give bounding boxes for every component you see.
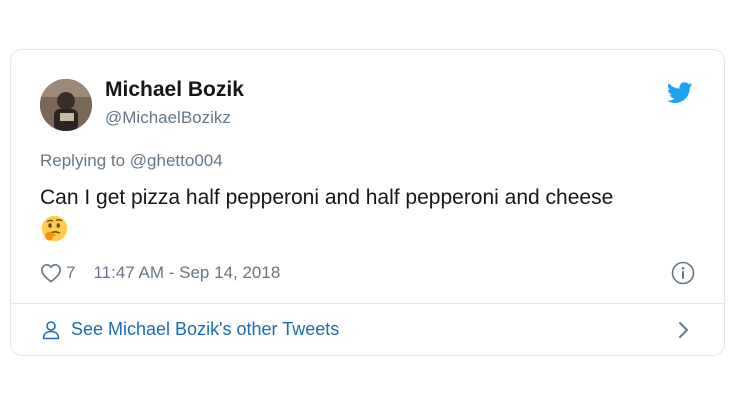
timestamp[interactable]: 11:47 AM - Sep 14, 2018: [93, 263, 280, 283]
reply-mention-link[interactable]: @ghetto004: [130, 151, 223, 170]
person-icon: [41, 320, 61, 340]
replying-prefix: Replying to: [40, 151, 126, 170]
replying-to: Replying to @ghetto004: [40, 151, 223, 171]
tweet-text: Can I get pizza half pepperoni and half …: [40, 186, 614, 209]
tweet-meta-row: 7 11:47 AM - Sep 14, 2018: [40, 260, 280, 286]
like-count: 7: [66, 263, 76, 282]
see-other-tweets-label: See Michael Bozik's other Tweets: [71, 319, 340, 339]
avatar[interactable]: [40, 79, 92, 131]
author-name[interactable]: Michael Bozik: [105, 78, 244, 102]
info-icon[interactable]: [671, 261, 695, 285]
see-other-tweets-link[interactable]: See Michael Bozik's other Tweets: [11, 304, 724, 356]
twitter-bird-icon[interactable]: [666, 82, 693, 104]
chevron-right-icon: [677, 320, 691, 340]
thinking-face-emoji-icon: [41, 215, 68, 242]
heart-icon[interactable]: [40, 263, 62, 283]
tweet-card: Michael Bozik @MichaelBozikz Replying to…: [10, 49, 725, 356]
author-handle[interactable]: @MichaelBozikz: [105, 108, 231, 128]
